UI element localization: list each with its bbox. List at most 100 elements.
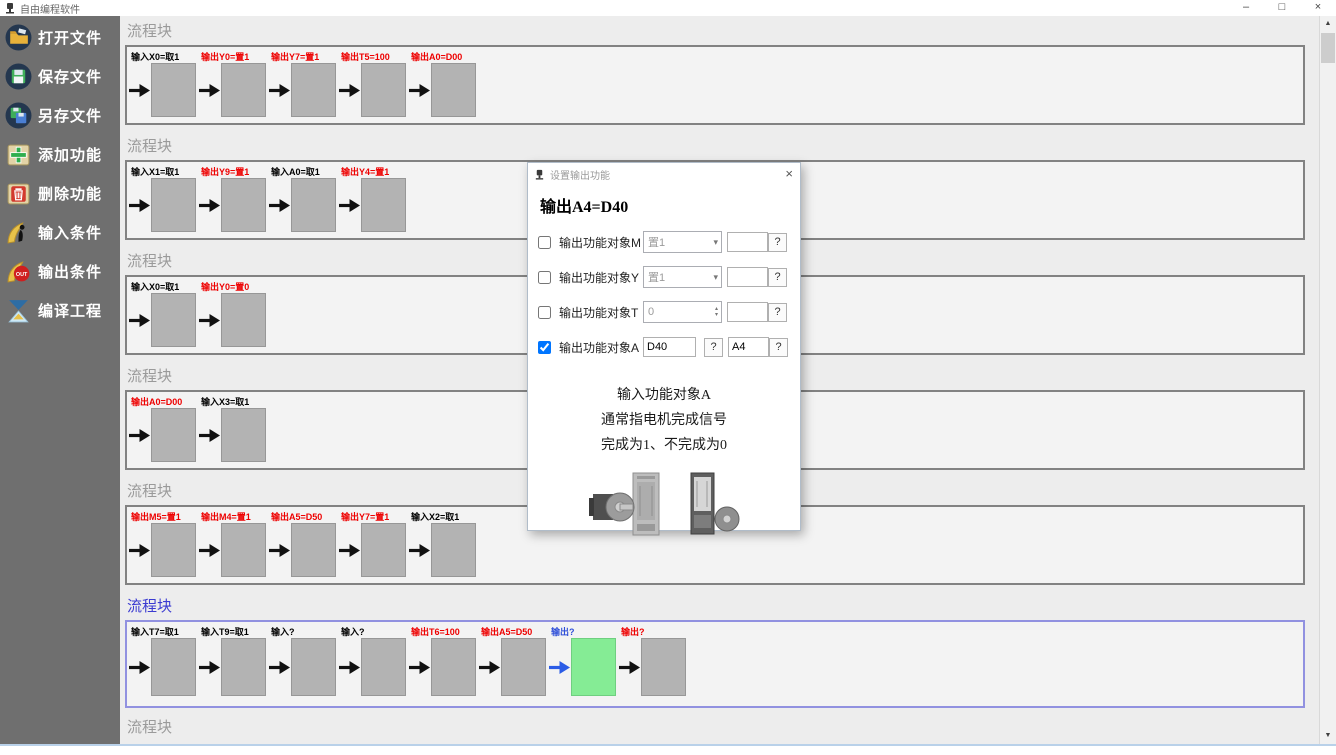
flow-block-box[interactable] (431, 523, 476, 577)
flow-block[interactable]: 输入X1=取1 (129, 165, 199, 238)
flow-block-box[interactable] (151, 408, 196, 462)
scroll-down-icon[interactable]: ▼ (1320, 728, 1336, 744)
value-input[interactable] (643, 337, 696, 357)
flow-block[interactable]: 输出T6=100 (409, 625, 479, 706)
flow-block-box[interactable] (501, 638, 546, 696)
arrow-icon (129, 427, 151, 444)
flow-block-box[interactable] (221, 408, 266, 462)
close-button[interactable]: × (1300, 0, 1336, 16)
flow-block[interactable]: 输出M4=置1 (199, 510, 269, 583)
flow-block-box[interactable] (641, 638, 686, 696)
flow-block-box[interactable] (221, 523, 266, 577)
flow-block[interactable]: 输出A5=D50 (479, 625, 549, 706)
sidebar-button-open-file[interactable]: 打开文件 (0, 18, 120, 57)
flow-block[interactable]: 输出T5=100 (339, 50, 409, 123)
flow-block-box[interactable] (361, 63, 406, 117)
flow-block[interactable]: 输入T7=取1 (129, 625, 199, 706)
sidebar-button-compile-project[interactable]: 编译工程 (0, 291, 120, 330)
spinner-arrows-icon[interactable]: ▴▾ (715, 306, 718, 318)
flow-block-box[interactable] (361, 523, 406, 577)
sidebar-button-input-condition[interactable]: 输入条件 (0, 213, 120, 252)
arrow-icon (409, 659, 431, 676)
address-input[interactable] (727, 232, 768, 252)
flow-block-box[interactable] (431, 638, 476, 696)
flow-block[interactable]: 输出Y7=置1 (339, 510, 409, 583)
flow-block[interactable]: 输出Y4=置1 (339, 165, 409, 238)
help-button[interactable]: ? (769, 338, 788, 357)
dialog-close-icon[interactable]: × (785, 167, 793, 181)
dialog-row: 输出功能对象T0▴▾? (538, 300, 790, 324)
output-object-checkbox[interactable] (538, 271, 551, 284)
chevron-down-icon: ▾ (713, 272, 718, 283)
flow-row[interactable]: 流程块输入X0=取1输出Y0=置1输出Y7=置1输出T5=100输出A0=D00 (120, 16, 1319, 125)
flow-block-box[interactable] (291, 63, 336, 117)
flow-block[interactable]: 输出Y9=置1 (199, 165, 269, 238)
maximize-button[interactable]: □ (1264, 0, 1300, 16)
address-input[interactable] (727, 302, 768, 322)
flow-block-box[interactable] (151, 293, 196, 347)
flow-block-label: 输出Y9=置1 (199, 165, 269, 178)
minimize-button[interactable]: – (1228, 0, 1264, 16)
flow-block[interactable]: 输入X0=取1 (129, 280, 199, 353)
flow-block-box[interactable] (361, 178, 406, 232)
flow-block-box[interactable] (291, 178, 336, 232)
flow-block-box[interactable] (291, 523, 336, 577)
function-select[interactable]: 置1▾ (643, 231, 722, 253)
flow-block-box[interactable] (151, 638, 196, 696)
flow-block-box[interactable] (571, 638, 616, 696)
flow-block[interactable]: 输出? (619, 625, 689, 706)
scrollbar-thumb[interactable] (1321, 33, 1335, 63)
flow-block[interactable]: 输出M5=置1 (129, 510, 199, 583)
flow-block[interactable]: 输出Y0=置1 (199, 50, 269, 123)
flow-block-box[interactable] (291, 638, 336, 696)
flow-block-box[interactable] (221, 63, 266, 117)
flow-block-label: 输出Y0=置1 (199, 50, 269, 63)
sidebar-button-add-function[interactable]: 添加功能 (0, 135, 120, 174)
flow-block-box[interactable] (151, 63, 196, 117)
dialog-titlebar[interactable]: 设置输出功能 × (528, 163, 800, 185)
address-input[interactable] (727, 267, 768, 287)
address-input[interactable] (728, 337, 769, 357)
help-button[interactable]: ? (768, 233, 787, 252)
output-object-checkbox[interactable] (538, 236, 551, 249)
flow-block[interactable]: 输出Y7=置1 (269, 50, 339, 123)
flow-block-box[interactable] (221, 178, 266, 232)
help-button[interactable]: ? (704, 338, 723, 357)
flow-block[interactable]: 输入X0=取1 (129, 50, 199, 123)
help-button[interactable]: ? (768, 303, 787, 322)
flow-block[interactable]: 输出A5=D50 (269, 510, 339, 583)
flow-block-box[interactable] (151, 178, 196, 232)
flow-block[interactable]: 输入T9=取1 (199, 625, 269, 706)
titlebar: 自由编程软件 – □ × (0, 0, 1336, 16)
scroll-up-icon[interactable]: ▲ (1320, 16, 1336, 32)
flow-block[interactable]: 输出? (549, 625, 619, 706)
flow-block[interactable]: 输入? (269, 625, 339, 706)
dialog-info-line: 通常指电机完成信号 (528, 408, 800, 433)
sidebar-button-save-as-file[interactable]: 另存文件 (0, 96, 120, 135)
number-spinner[interactable]: 0▴▾ (643, 301, 722, 323)
app-window: 自由编程软件 – □ × 打开文件保存文件另存文件添加功能删除功能输入条件OUT… (0, 0, 1336, 755)
flow-block[interactable]: 输入X2=取1 (409, 510, 479, 583)
flow-block[interactable]: 输入A0=取1 (269, 165, 339, 238)
vertical-scrollbar[interactable]: ▲ ▼ (1319, 16, 1336, 744)
function-select[interactable]: 置1▾ (643, 266, 722, 288)
flow-block-box[interactable] (361, 638, 406, 696)
flow-row[interactable]: 流程块输入T7=取1输入T9=取1输入?输入?输出T6=100输出A5=D50输… (120, 591, 1319, 708)
flow-block-box[interactable] (221, 638, 266, 696)
flow-block[interactable]: 输出A0=D00 (129, 395, 199, 468)
output-object-checkbox[interactable] (538, 306, 551, 319)
arrow-icon (339, 197, 361, 214)
sidebar-button-output-condition[interactable]: OUT输出条件 (0, 252, 120, 291)
help-button[interactable]: ? (768, 268, 787, 287)
flow-block[interactable]: 输入X3=取1 (199, 395, 269, 468)
sidebar-button-delete-function[interactable]: 删除功能 (0, 174, 120, 213)
flow-block[interactable]: 输出Y0=置0 (199, 280, 269, 353)
sidebar-button-save-file[interactable]: 保存文件 (0, 57, 120, 96)
flow-block-box[interactable] (431, 63, 476, 117)
flow-block-box[interactable] (221, 293, 266, 347)
flow-block[interactable]: 输入? (339, 625, 409, 706)
flow-block[interactable]: 输出A0=D00 (409, 50, 479, 123)
output-object-checkbox[interactable] (538, 341, 551, 354)
flow-block-box[interactable] (151, 523, 196, 577)
dialog-row: 输出功能对象Y置1▾? (538, 265, 790, 289)
